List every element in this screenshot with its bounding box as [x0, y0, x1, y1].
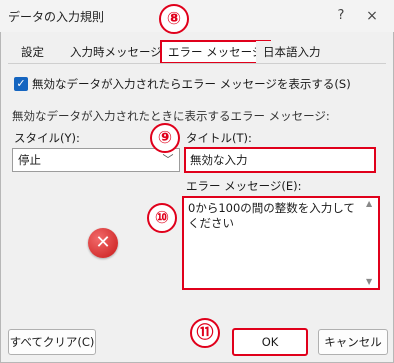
help-icon[interactable]: ? — [330, 6, 352, 26]
tab-settings[interactable]: 設定 — [14, 41, 51, 63]
tab-error-message[interactable]: エラー メッセージ — [160, 40, 272, 64]
close-icon[interactable]: × — [360, 6, 384, 26]
show-error-checkbox[interactable]: ✓ — [14, 77, 28, 91]
tab-input-message[interactable]: 入力時メッセージ — [63, 41, 169, 63]
title-input-value: 無効な入力 — [190, 153, 248, 167]
style-label: スタイル(Y): — [14, 131, 80, 145]
tab-japanese-input[interactable]: 日本語入力 — [256, 41, 328, 63]
cancel-button[interactable]: キャンセル — [318, 329, 388, 355]
error-stop-icon: ✕ — [88, 228, 118, 258]
step-badge-11: ⑪ — [190, 318, 220, 348]
title-field-label: タイトル(T): — [186, 131, 252, 145]
clear-all-button[interactable]: すべてクリア(C) — [8, 329, 96, 355]
step-badge-9: ⑨ — [150, 123, 180, 153]
show-error-checkbox-label[interactable]: 無効なデータが入力されたらエラー メッセージを表示する(S) — [32, 76, 351, 92]
step-badge-10: ⑩ — [147, 203, 177, 233]
error-message-text: 0から100の間の整数を入力してください — [188, 201, 355, 230]
tab-divider — [8, 63, 386, 64]
ok-button[interactable]: OK — [232, 328, 308, 356]
dialog-title: データの入力規則 — [8, 10, 105, 24]
section-label: 無効なデータが入力されたときに表示するエラー メッセージ: — [12, 109, 330, 123]
error-message-label: エラー メッセージ(E): — [186, 179, 302, 193]
scroll-down-icon[interactable]: ▼ — [366, 277, 372, 286]
step-badge-8: ⑧ — [159, 4, 189, 34]
scroll-up-icon[interactable]: ▲ — [366, 199, 372, 208]
chevron-down-icon[interactable]: ﹀ — [158, 150, 178, 170]
style-select-value: 停止 — [18, 153, 41, 167]
